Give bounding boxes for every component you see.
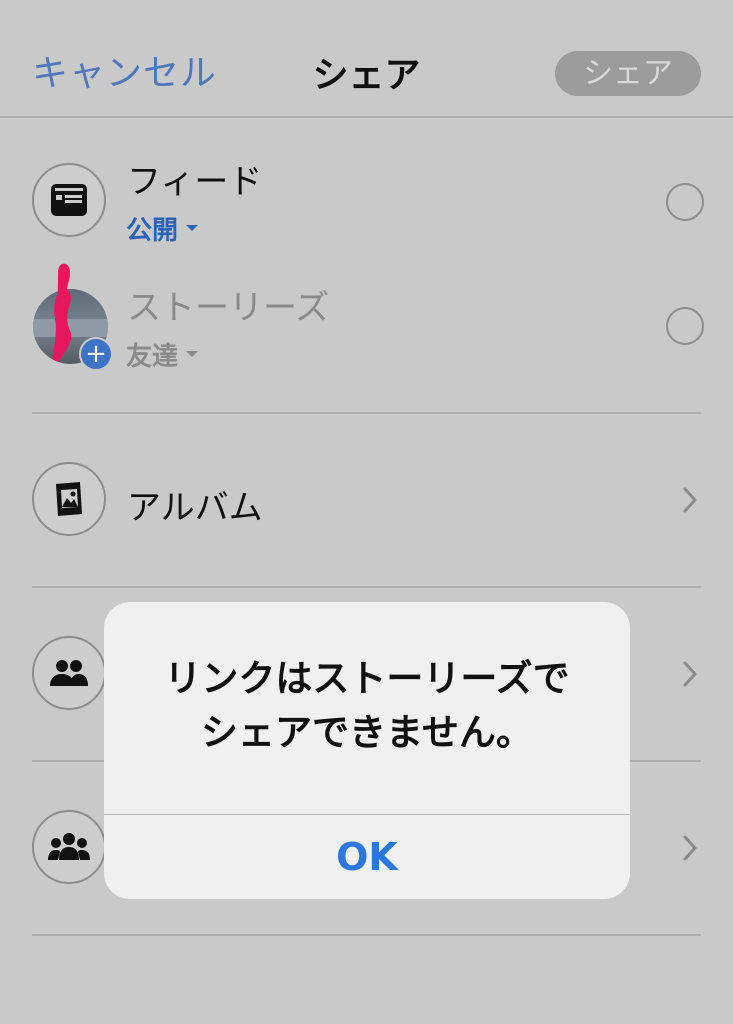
divider <box>32 934 701 936</box>
share-button[interactable]: シェア <box>555 51 701 96</box>
alert-message-line: リンクはストーリーズで <box>164 657 570 700</box>
feed-privacy-selector[interactable]: 公開 <box>126 210 200 246</box>
news-feed-icon <box>32 163 106 237</box>
feed-label: フィード <box>127 162 263 202</box>
chevron-right-icon <box>683 487 697 513</box>
group-icon <box>32 636 106 710</box>
feed-radio[interactable] <box>666 183 704 221</box>
caret-down-icon <box>186 351 199 357</box>
navigation-header: キャンセル シェア シェア <box>0 0 733 118</box>
stories-privacy-label: 友達 <box>126 341 179 372</box>
chevron-right-icon <box>683 661 697 687</box>
caret-down-icon <box>186 225 199 231</box>
alert-dialog: リンクはストーリーズで シェアできません。 OK <box>104 602 630 899</box>
stories-privacy-selector[interactable]: 友達 <box>126 336 200 372</box>
groups-icon <box>32 810 106 884</box>
profile-mark-icon <box>46 262 78 306</box>
stories-radio[interactable] <box>666 307 704 345</box>
divider <box>32 412 701 414</box>
chevron-right-icon <box>683 835 697 861</box>
alert-message: リンクはストーリーズで シェアできません。 <box>104 652 630 760</box>
ok-button[interactable]: OK <box>104 815 630 899</box>
divider <box>32 586 701 588</box>
feed-privacy-label: 公開 <box>126 215 179 246</box>
add-story-icon: + <box>79 337 113 371</box>
album-icon <box>32 462 106 536</box>
album-label: アルバム <box>127 488 263 528</box>
stories-label: ストーリーズ <box>127 288 330 328</box>
alert-message-line: シェアできません。 <box>201 711 533 754</box>
